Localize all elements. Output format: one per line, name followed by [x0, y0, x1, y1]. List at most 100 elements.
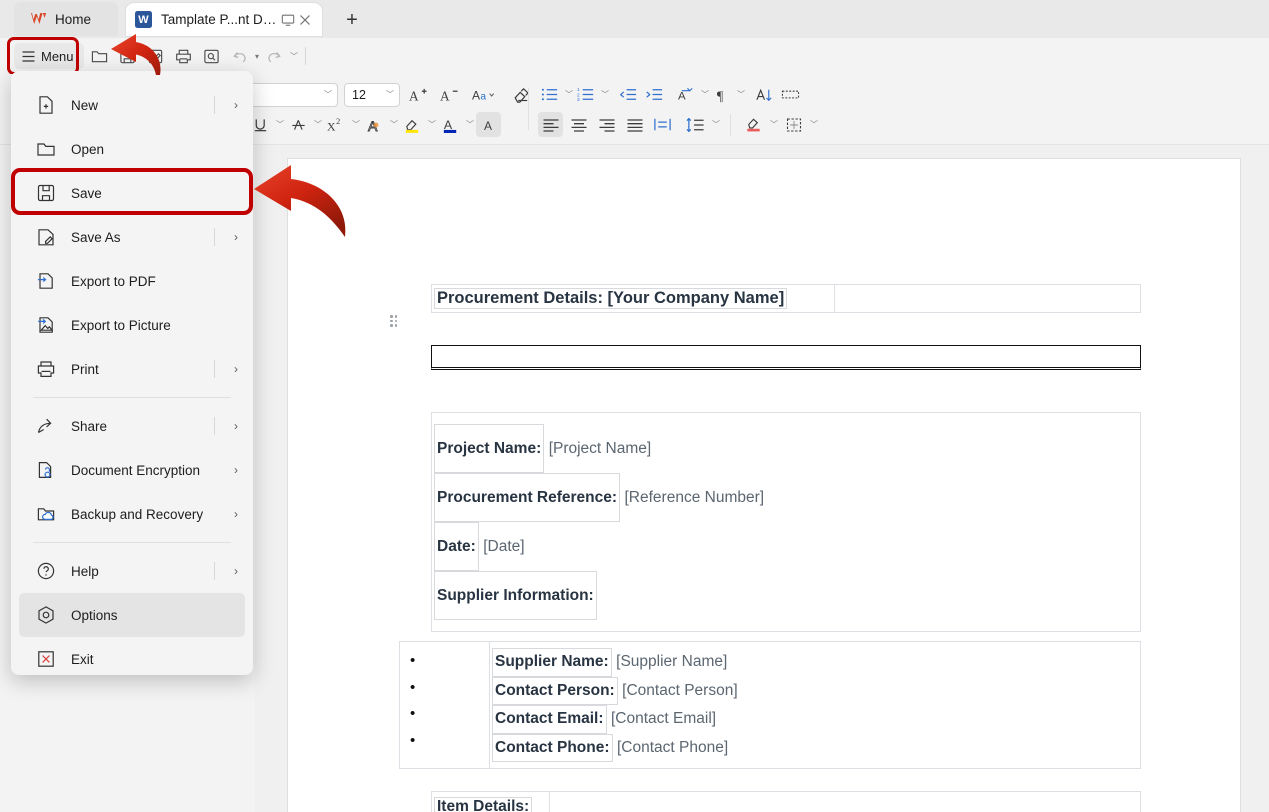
menu-button[interactable]: Menu [14, 43, 84, 69]
chevron-down-icon[interactable]: ﹀ [737, 89, 745, 100]
document-heading[interactable]: Procurement Details: [Your Company Name] [434, 288, 787, 309]
print-preview-icon[interactable] [198, 43, 224, 69]
line-spacing-icon[interactable] [683, 112, 708, 137]
document-page[interactable]: Procurement Details: [Your Company Name]… [288, 159, 1240, 812]
menu-item-options[interactable]: Options [19, 593, 245, 637]
menu-item-help[interactable]: Help › [11, 549, 253, 593]
increase-indent-icon[interactable] [642, 82, 667, 107]
save-as-icon[interactable] [142, 43, 168, 69]
chevron-down-icon[interactable]: ﹀ [466, 119, 474, 130]
menu-item-share[interactable]: Share › [11, 404, 253, 448]
document-canvas[interactable]: Procurement Details: [Your Company Name]… [255, 145, 1269, 812]
bullet-contact-person[interactable]: Contact Person: [Contact Person] [492, 677, 1138, 706]
clear-formatting-icon[interactable] [508, 82, 533, 107]
field-value[interactable]: [Contact Email] [611, 710, 716, 727]
distributed-align-icon[interactable] [650, 112, 675, 137]
info-row-supplier-information[interactable]: Supplier Information: [434, 571, 1138, 620]
info-row-project-name[interactable]: Project Name: [Project Name] [434, 424, 1138, 473]
chevron-down-icon[interactable]: ﹀ [565, 89, 573, 100]
highlight-color-icon[interactable] [400, 112, 425, 137]
superscript-icon[interactable]: X2 [324, 112, 349, 137]
shading-color-icon[interactable] [741, 112, 766, 137]
new-tab-button[interactable]: + [340, 8, 364, 32]
info-row-date[interactable]: Date: [Date] [434, 522, 1138, 571]
show-formatting-marks-icon[interactable]: ¶ [710, 82, 735, 107]
text-effects-icon[interactable]: A [362, 112, 387, 137]
main-menu-dropdown[interactable]: New › Open Save Save As › [11, 71, 253, 675]
chevron-down-icon[interactable]: ﹀ [352, 119, 360, 130]
bullet-contact-phone[interactable]: Contact Phone: [Contact Phone] [492, 734, 1138, 763]
document-tab[interactable]: W Tamplate P...nt Details [126, 3, 322, 36]
bullet-list-icon[interactable] [538, 82, 563, 107]
sort-text-icon[interactable]: A [674, 82, 699, 107]
home-tab[interactable]: Home [14, 2, 118, 36]
print-icon[interactable] [170, 43, 196, 69]
field-value[interactable]: [Date] [483, 538, 524, 555]
svg-text:A: A [484, 119, 492, 133]
menu-item-print[interactable]: Print › [11, 347, 253, 391]
menu-item-new[interactable]: New › [11, 83, 253, 127]
menu-item-exit[interactable]: Exit [11, 637, 253, 675]
table-row[interactable]: Item Details: [432, 792, 1141, 812]
strikethrough-icon[interactable] [286, 112, 311, 137]
bullet-supplier-name[interactable]: Supplier Name: [Supplier Name] [492, 648, 1138, 677]
table-move-handle[interactable] [390, 315, 399, 327]
customize-toolbar-icon[interactable]: ﹀ [290, 51, 298, 62]
undo-dropdown-icon[interactable]: ▾ [255, 52, 259, 61]
chevron-down-icon[interactable]: ﹀ [390, 119, 398, 130]
menu-item-export-to-pdf[interactable]: Export to PDF [11, 259, 253, 303]
undo-icon[interactable] [226, 43, 252, 69]
present-mode-icon[interactable] [279, 10, 297, 30]
font-name-select[interactable]: ﹀ [248, 83, 338, 107]
menu-item-save[interactable]: Save [11, 171, 253, 215]
numbered-list-icon[interactable]: 123 [574, 82, 599, 107]
supplier-info-table[interactable]: •••• Supplier Name: [Supplier Name] Con [399, 641, 1141, 769]
chevron-down-icon[interactable]: ﹀ [810, 119, 818, 130]
item-details-table[interactable]: Item Details: [431, 791, 1141, 812]
field-value[interactable]: [Reference Number] [625, 489, 765, 506]
menu-item-open[interactable]: Open [11, 127, 253, 171]
change-case-icon[interactable]: Aa [468, 82, 502, 107]
chevron-down-icon[interactable]: ﹀ [276, 119, 284, 130]
chevron-down-icon[interactable]: ﹀ [712, 119, 720, 130]
redo-icon[interactable] [261, 43, 287, 69]
empty-content-box[interactable] [431, 345, 1141, 370]
chevron-down-icon[interactable]: ﹀ [314, 119, 322, 130]
info-row-procurement-reference[interactable]: Procurement Reference: [Reference Number… [434, 473, 1138, 522]
table-row[interactable]: Project Name: [Project Name] Procurement… [432, 413, 1141, 632]
chevron-down-icon[interactable]: ﹀ [701, 89, 709, 100]
close-icon[interactable] [296, 10, 314, 30]
menu-item-save-as[interactable]: Save As › [11, 215, 253, 259]
bullet-contact-email[interactable]: Contact Email: [Contact Email] [492, 705, 1138, 734]
sort-ascending-icon[interactable] [752, 82, 777, 107]
project-info-table[interactable]: Project Name: [Project Name] Procurement… [431, 412, 1141, 632]
save-icon[interactable] [114, 43, 140, 69]
field-value[interactable]: [Contact Phone] [617, 739, 728, 756]
field-value[interactable]: [Project Name] [549, 440, 652, 457]
field-value[interactable]: [Contact Person] [622, 682, 737, 699]
align-left-icon[interactable] [538, 112, 563, 137]
font-size-select[interactable]: 12 ﹀ [344, 83, 400, 107]
open-icon[interactable] [86, 43, 112, 69]
menu-item-label: Open [71, 142, 253, 157]
decrease-font-size-icon[interactable]: A [437, 82, 462, 107]
borders-icon[interactable] [781, 112, 806, 137]
justify-icon[interactable] [622, 112, 647, 137]
heading-table[interactable]: Procurement Details: [Your Company Name] [431, 284, 1141, 313]
decrease-indent-icon[interactable] [616, 82, 641, 107]
menu-item-export-to-picture[interactable]: Export to Picture [11, 303, 253, 347]
chevron-down-icon[interactable]: ﹀ [770, 119, 778, 130]
menu-item-document-encryption[interactable]: Document Encryption › [11, 448, 253, 492]
field-value[interactable]: [Supplier Name] [616, 653, 727, 670]
chevron-down-icon[interactable]: ﹀ [428, 119, 436, 130]
menu-item-backup-and-recovery[interactable]: Backup and Recovery › [11, 492, 253, 536]
table-row[interactable]: •••• Supplier Name: [Supplier Name] Con [400, 642, 1141, 769]
chevron-down-icon[interactable]: ﹀ [601, 89, 609, 100]
text-box-style-icon[interactable]: A [476, 112, 501, 137]
ruler-toggle-icon[interactable] [778, 82, 803, 107]
align-right-icon[interactable] [594, 112, 619, 137]
align-center-icon[interactable] [566, 112, 591, 137]
increase-font-size-icon[interactable]: A [406, 82, 431, 107]
font-color-icon[interactable]: A [438, 112, 463, 137]
table-row[interactable]: Procurement Details: [Your Company Name] [432, 285, 1141, 313]
